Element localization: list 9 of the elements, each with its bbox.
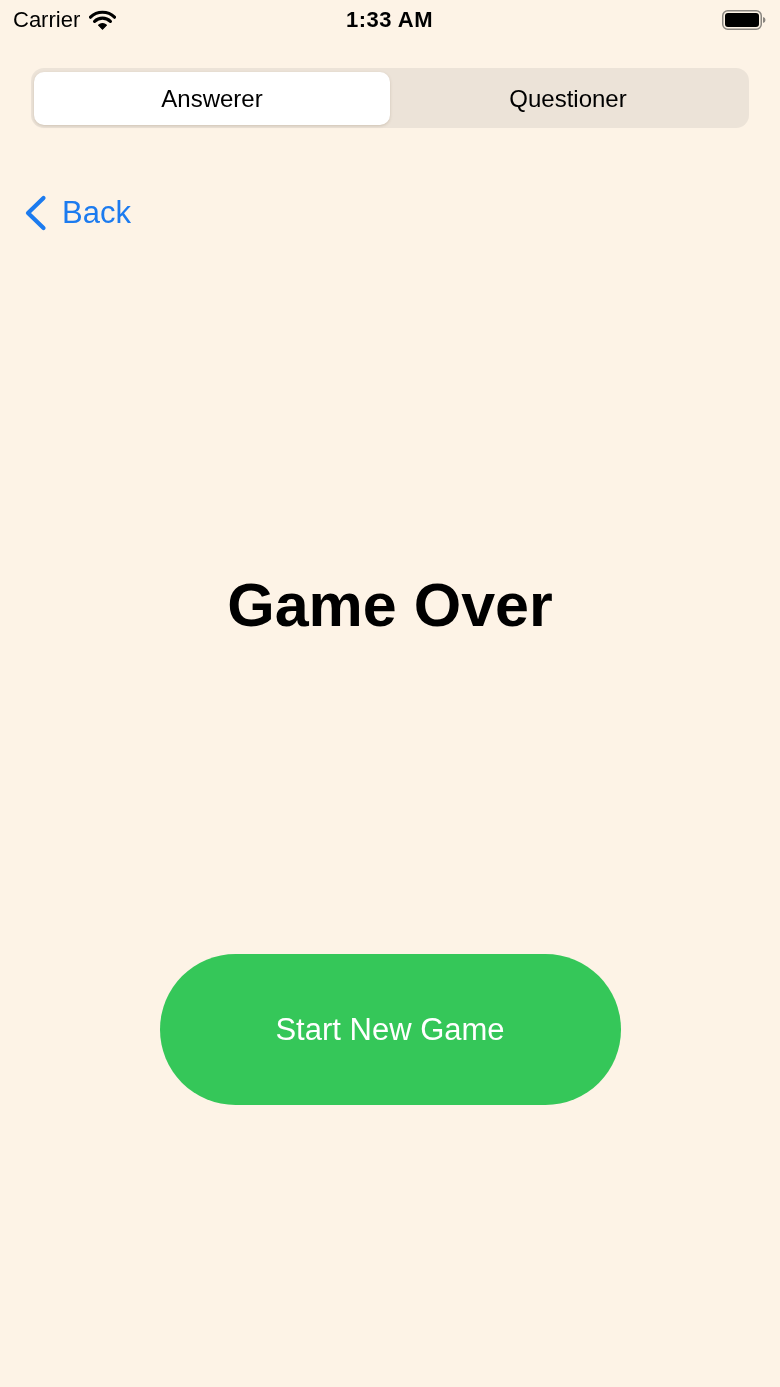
back-button[interactable]: Back	[24, 190, 131, 236]
segment-tab[interactable]: Answerer	[34, 72, 390, 125]
wifi-signal-icon	[89, 10, 117, 30]
clock-time: 1:33 AM	[345, 7, 433, 33]
game-over-title: Game Over	[227, 570, 553, 640]
chevron-left-icon	[24, 195, 47, 231]
battery-icon	[722, 10, 766, 30]
carrier-name: Carrier	[13, 7, 81, 33]
segment-tab[interactable]: Questioner	[390, 72, 746, 125]
